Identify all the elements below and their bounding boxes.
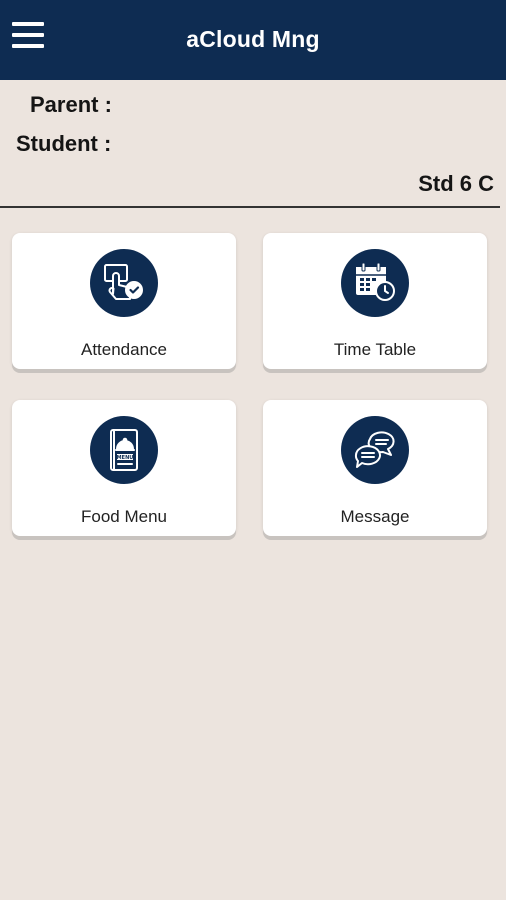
attendance-label: Attendance	[80, 340, 167, 359]
message-label: Message	[340, 507, 410, 526]
app-bar: aCloud Mng	[0, 0, 506, 80]
student-label: Student :	[16, 131, 112, 156]
parent-label: Parent :	[30, 92, 112, 117]
food-menu-tile[interactable]: MENU Food Menu	[12, 400, 236, 536]
app-title: aCloud Mng	[186, 25, 320, 52]
food-menu-label: Food Menu	[81, 507, 167, 526]
attendance-touch-check-icon	[90, 249, 158, 317]
chat-bubbles-icon	[341, 416, 409, 484]
class-label: Std 6 C	[418, 171, 494, 196]
hamburger-menu-icon[interactable]	[12, 22, 44, 48]
time-table-tile[interactable]: Time Table	[263, 233, 487, 369]
food-menu-book-icon: MENU	[90, 416, 158, 484]
message-tile[interactable]: Message	[263, 400, 487, 536]
divider	[0, 206, 500, 208]
time-table-label: Time Table	[333, 340, 417, 359]
attendance-tile[interactable]: Attendance	[12, 233, 236, 369]
calendar-clock-icon	[341, 249, 409, 317]
svg-text:MENU: MENU	[117, 455, 134, 461]
